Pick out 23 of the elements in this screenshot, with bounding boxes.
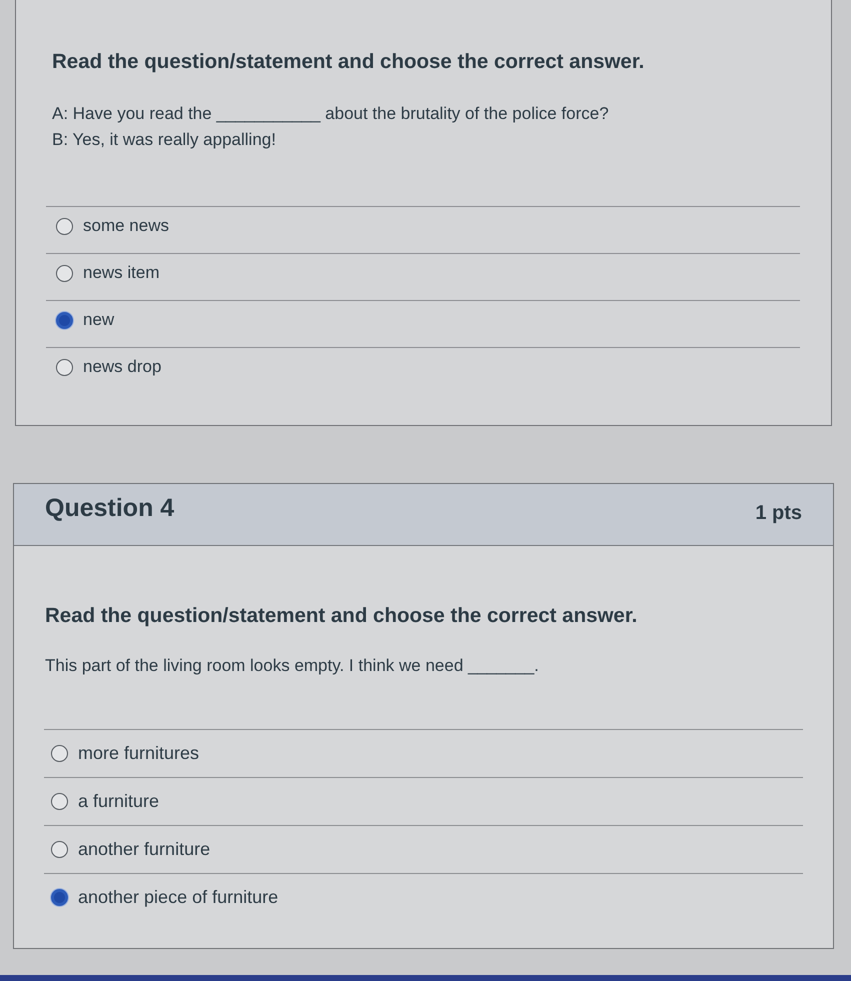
option-label[interactable]: another piece of furniture xyxy=(78,886,278,908)
question-instruction: Read the question/statement and choose the correct answer. xyxy=(52,50,646,74)
radio-button[interactable] xyxy=(56,358,73,376)
option-label[interactable]: more furnitures xyxy=(78,742,200,764)
option-label[interactable]: news item xyxy=(83,262,160,284)
radio-button[interactable] xyxy=(51,744,68,762)
option-label[interactable]: news drop xyxy=(83,356,162,378)
option-label[interactable]: some news xyxy=(83,215,169,237)
radio-button[interactable] xyxy=(51,840,68,858)
question-points: 1 pts xyxy=(755,501,802,526)
question-text: A: Have you read the ___________ about the brutality of the police force? xyxy=(52,103,610,125)
radio-button[interactable] xyxy=(56,218,73,234)
radio-button[interactable] xyxy=(56,264,73,282)
radio-button[interactable] xyxy=(51,888,68,906)
radio-button[interactable] xyxy=(56,312,73,328)
radio-button[interactable] xyxy=(51,792,68,810)
option-label[interactable]: another furniture xyxy=(78,838,210,860)
option-label[interactable]: a furniture xyxy=(78,790,160,812)
question-text: This part of the living room looks empty. I think we need _______. xyxy=(45,655,540,677)
question-text: B: Yes, it was really appalling! xyxy=(52,129,277,151)
question-instruction: Read the question/statement and choose the correct answer. xyxy=(45,604,638,628)
option-label[interactable]: new xyxy=(83,309,114,331)
question-number: Question 4 xyxy=(45,494,174,522)
